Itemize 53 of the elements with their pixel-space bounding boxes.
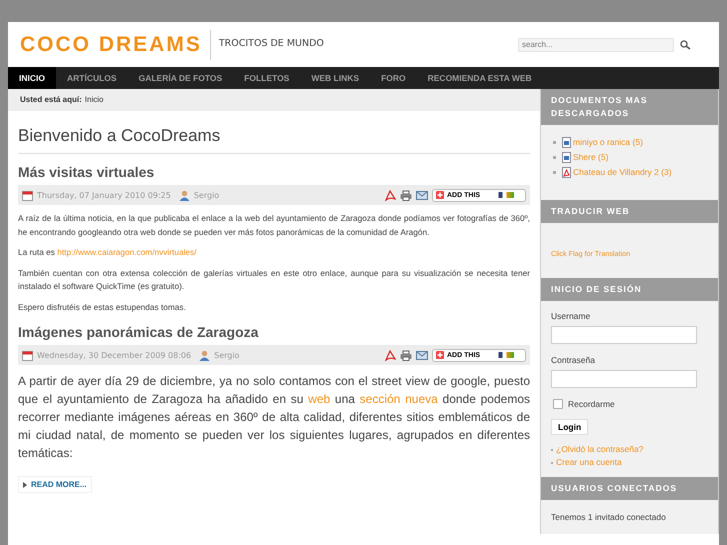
article-author: Sergio <box>214 350 240 360</box>
print-icon[interactable] <box>400 350 412 360</box>
username-field[interactable] <box>551 326 697 344</box>
breadcrumb-current: Inicio <box>84 95 104 104</box>
image-file-icon <box>562 152 571 163</box>
article-paragraph: A raíz de la última noticia, en la que publicaba el enlace a la web del ayuntamiento de Zaragoza donde podíamos ver fotografías de 360º, he encontrando googleando otra web donde se pueden ver más fotos panorámicas de la comunidad de Aragón. <box>18 212 530 239</box>
remember-checkbox[interactable] <box>553 399 563 409</box>
search-icon[interactable] <box>680 40 691 50</box>
print-icon[interactable] <box>400 190 412 200</box>
article-title[interactable]: Imágenes panorámicas de Zaragoza <box>18 324 530 340</box>
caret-icon <box>23 482 27 488</box>
login-button[interactable]: Login <box>551 419 588 435</box>
nav-item[interactable]: WEB LINKS <box>300 67 370 89</box>
image-file-icon <box>562 137 571 148</box>
pdf-file-icon <box>562 167 571 178</box>
module-header: USUARIOS CONECTADOS <box>541 477 718 500</box>
pdf-icon[interactable] <box>385 349 396 361</box>
nav-item[interactable]: INICIO <box>8 67 56 89</box>
article-paragraph: A partir de ayer día 29 de diciembre, ya no solo contamos con el street view de google, puesto que el ayuntamiento de Zaragoza ha añadido en su web una sección nueva donde podemos recorrer mediante imágenes aéreas en 360º de alta calidad, diferentes sitios emblemáticos de mi ciudad natal, de momento se pueden ver los siguientes lugares, agrupados en diferentes temáticas: <box>18 373 530 462</box>
password-field[interactable] <box>551 370 697 388</box>
pdf-icon[interactable] <box>385 189 396 201</box>
online-users-text: Tenemos 1 invitado conectado <box>551 512 666 522</box>
nav-item[interactable]: FOLLETOS <box>233 67 300 89</box>
module-header: TRADUCIR WEB <box>541 200 718 223</box>
page-title: Bienvenido a CocoDreams <box>18 121 530 154</box>
article-date: Wednesday, 30 December 2009 08:06 <box>37 350 192 360</box>
remember-label: Recordarme <box>568 399 615 409</box>
nav-item[interactable]: FORO <box>370 67 417 89</box>
nav-item[interactable]: ARTÍCULOS <box>56 67 128 89</box>
username-label: Username <box>551 311 590 321</box>
article-paragraph: Espero disfrutéis de estas estupendas tomas. <box>18 300 187 314</box>
email-icon[interactable] <box>416 190 428 200</box>
module-header: INICIO DE SESIÓN <box>541 278 718 301</box>
email-icon[interactable] <box>416 350 428 360</box>
breadcrumb-label: Usted está aquí: <box>20 95 82 104</box>
read-more-button[interactable]: READ MORE... <box>18 476 92 493</box>
search-field[interactable]: search... <box>518 38 674 52</box>
article-paragraph: La ruta es http://www.caiaragon.com/nvvirtuales/ <box>18 246 198 259</box>
user-icon <box>199 350 210 360</box>
calendar-icon <box>22 190 33 200</box>
article-title[interactable]: Más visitas virtuales <box>18 164 530 180</box>
article-paragraph: También cuentan con otra extensa colección de galerías virtuales en este otro enlace, aunque para su visualización se necesita tener instalado el software QuickTime (es gratuito). <box>18 266 530 293</box>
plus-icon <box>436 351 444 359</box>
calendar-icon <box>22 350 33 360</box>
module-header: DOCUMENTOS MAS DESCARGADOS <box>541 89 718 125</box>
nav-item[interactable]: RECOMIENDA ESTA WEB <box>416 67 543 89</box>
site-tagline: TROCITOS DE MUNDO <box>218 38 324 49</box>
plus-icon <box>436 191 444 199</box>
article-date: Thursday, 07 January 2010 09:25 <box>37 190 171 200</box>
user-icon <box>178 190 190 200</box>
article-author: Sergio <box>194 190 220 200</box>
nav-item[interactable]: GALERÍA DE FOTOS <box>128 67 234 89</box>
password-label: Contraseña <box>551 355 595 365</box>
